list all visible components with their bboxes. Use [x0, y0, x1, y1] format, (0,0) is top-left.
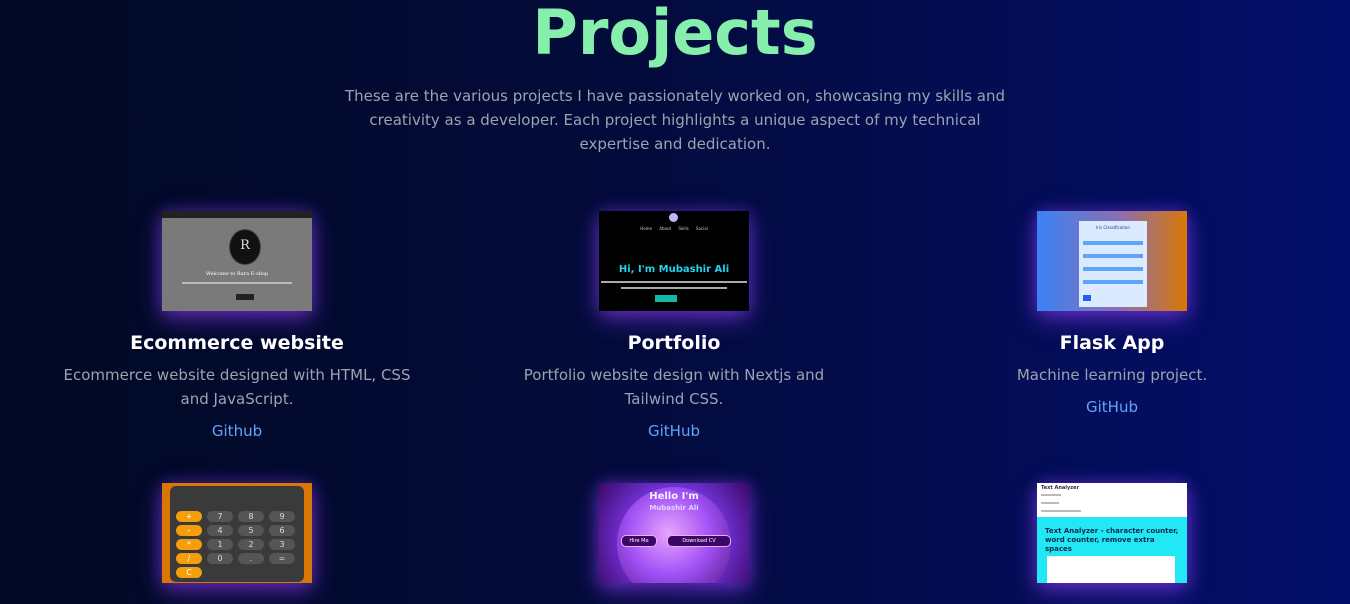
calculator-key: 1 — [207, 539, 233, 550]
calculator-body: +7 8 9 -4 5 6 * 1 2 3 / 0. = C — [170, 486, 304, 582]
project-thumbnail-calculator[interactable]: +7 8 9 -4 5 6 * 1 2 3 / 0. = C — [162, 483, 312, 583]
project-repo-link[interactable]: GitHub — [1086, 395, 1138, 419]
calculator-key: * — [176, 539, 202, 550]
project-title: Ecommerce website — [130, 332, 344, 354]
calculator-key: C — [176, 567, 202, 578]
project-card-calculator: +7 8 9 -4 5 6 * 1 2 3 / 0. = C — [57, 483, 417, 583]
calculator-key: 5 — [238, 525, 264, 536]
project-thumbnail-text-analyzer[interactable]: Text Analyzer Text Analyzer - character … — [1037, 483, 1187, 583]
calculator-key: 3 — [269, 539, 295, 550]
project-card-text-analyzer: Text Analyzer Text Analyzer - character … — [932, 483, 1292, 583]
thumbnail-hire-button: Hire Me — [621, 535, 657, 547]
calculator-key: 2 — [238, 539, 264, 550]
calculator-key: 7 — [207, 511, 233, 522]
project-card-portfolio-3d: Hello I'm Mubashir Ali Hire Me Download … — [494, 483, 854, 583]
project-title: Portfolio — [627, 332, 721, 354]
project-description: Portfolio website design with Nextjs and… — [523, 366, 825, 408]
thumbnail-greeting: Hi, I'm Mubashir Ali — [618, 264, 730, 275]
calculator-key: 9 — [269, 511, 295, 522]
thumbnail-textarea — [1047, 556, 1175, 583]
calculator-key: + — [176, 511, 202, 522]
project-thumbnail-flask[interactable]: Iris Classification — [1037, 211, 1187, 311]
calculator-key: / — [176, 553, 202, 564]
store-logo-icon: R — [229, 229, 261, 265]
calculator-key: = — [269, 553, 295, 564]
iris-form: Iris Classification — [1079, 221, 1147, 307]
calculator-key: . — [238, 553, 264, 564]
project-card-flask: Iris Classification Flask App Machine le… — [932, 211, 1292, 419]
project-thumbnail-ecommerce[interactable]: R Welcome to Rara E-shop — [162, 211, 312, 311]
project-thumbnail-portfolio-3d[interactable]: Hello I'm Mubashir Ali Hire Me Download … — [599, 483, 749, 583]
project-repo-link[interactable]: Github — [212, 419, 262, 443]
section-title: Projects — [532, 0, 818, 69]
project-title: Flask App — [1059, 332, 1165, 354]
calculator-key: 8 — [238, 511, 264, 522]
calculator-key: - — [176, 525, 202, 536]
project-card-portfolio: Home About Skills Social Hi, I'm Mubashi… — [494, 211, 854, 443]
thumbnail-download-button: Download CV — [667, 535, 731, 547]
project-thumbnail-portfolio[interactable]: Home About Skills Social Hi, I'm Mubashi… — [599, 211, 749, 311]
calculator-key: 4 — [207, 525, 233, 536]
thumbnail-hello: Hello I'm — [649, 491, 699, 502]
thumbnail-name: Mubashir Ali — [649, 504, 699, 512]
project-description: Machine learning project. — [1016, 366, 1208, 384]
avatar — [669, 213, 678, 222]
calculator-key: 6 — [269, 525, 295, 536]
project-repo-link[interactable]: GitHub — [648, 419, 700, 443]
project-card-ecommerce: R Welcome to Rara E-shop Ecommerce websi… — [57, 211, 417, 443]
calculator-key: 0 — [207, 553, 233, 564]
thumbnail-analyzer-heading: Text Analyzer - character counter, word … — [1045, 527, 1179, 553]
section-intro: These are the various projects I have pa… — [344, 87, 1006, 153]
project-description: Ecommerce website designed with HTML, CS… — [63, 366, 411, 408]
